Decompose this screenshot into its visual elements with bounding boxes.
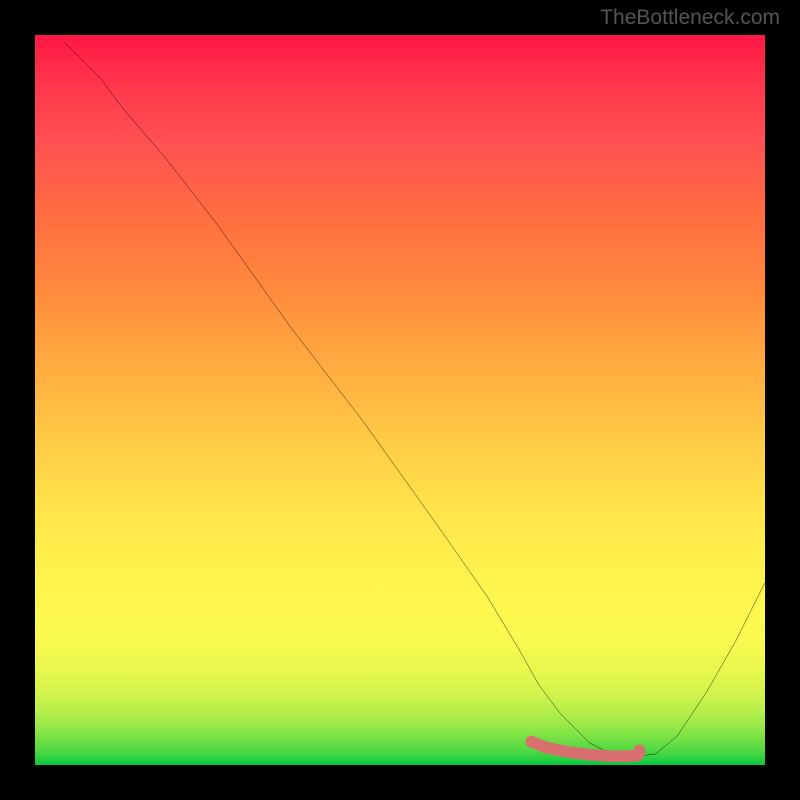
watermark-text: TheBottleneck.com xyxy=(600,6,780,30)
heatmap-background xyxy=(35,35,765,765)
plot-area xyxy=(35,35,765,765)
